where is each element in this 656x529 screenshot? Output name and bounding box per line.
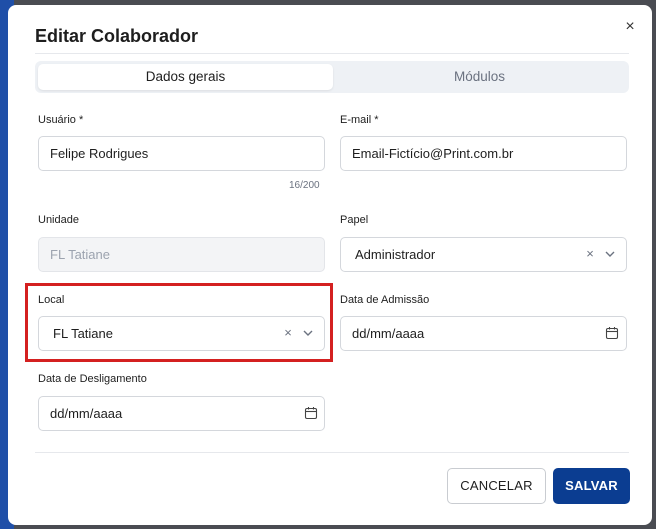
save-button[interactable]: SALVAR [553,468,630,504]
unidade-field: FL Tatiane [38,237,325,272]
usuario-input[interactable] [50,137,290,170]
papel-selected-value: Administrador [355,247,436,262]
tab-bar: Dados gerais Módulos [35,61,629,93]
email-label: E-mail * [340,114,379,126]
unidade-value: FL Tatiane [50,247,110,262]
data-admissao-placeholder: dd/mm/aaaa [352,326,425,341]
local-selected-value: FL Tatiane [53,326,113,341]
header-divider [35,53,629,54]
clear-x-icon[interactable]: × [584,247,596,260]
footer-divider [35,452,629,453]
tab-modulos[interactable]: Módulos [333,64,626,90]
email-field[interactable] [340,136,627,171]
usuario-char-counter: 16/200 [289,180,320,191]
data-desligamento-placeholder: dd/mm/aaaa [50,406,123,421]
chevron-down-icon[interactable] [302,328,314,338]
close-icon[interactable]: × [622,19,638,35]
cancel-button[interactable]: CANCELAR [447,468,546,504]
usuario-label: Usuário * [38,114,84,126]
tab-dados-gerais[interactable]: Dados gerais [38,64,333,90]
dialog-title: Editar Colaborador [35,26,199,46]
chevron-down-icon[interactable] [604,249,616,259]
data-admissao-field[interactable]: dd/mm/aaaa [340,316,627,351]
data-desligamento-field[interactable]: dd/mm/aaaa [38,396,325,431]
papel-select[interactable]: Administrador × [340,237,627,272]
calendar-icon[interactable] [605,326,619,340]
local-label: Local [38,294,65,306]
usuario-field[interactable] [38,136,325,171]
papel-label: Papel [340,214,369,226]
clear-x-icon[interactable]: × [282,326,294,339]
calendar-icon[interactable] [304,406,318,420]
email-input[interactable] [352,137,592,170]
data-admissao-label: Data de Admissão [340,294,430,306]
data-desligamento-label: Data de Desligamento [38,373,147,385]
unidade-label: Unidade [38,214,79,226]
local-select[interactable]: FL Tatiane × [38,316,325,351]
edit-collaborator-dialog: Editar Colaborador × Dados gerais Módulo… [8,5,652,525]
